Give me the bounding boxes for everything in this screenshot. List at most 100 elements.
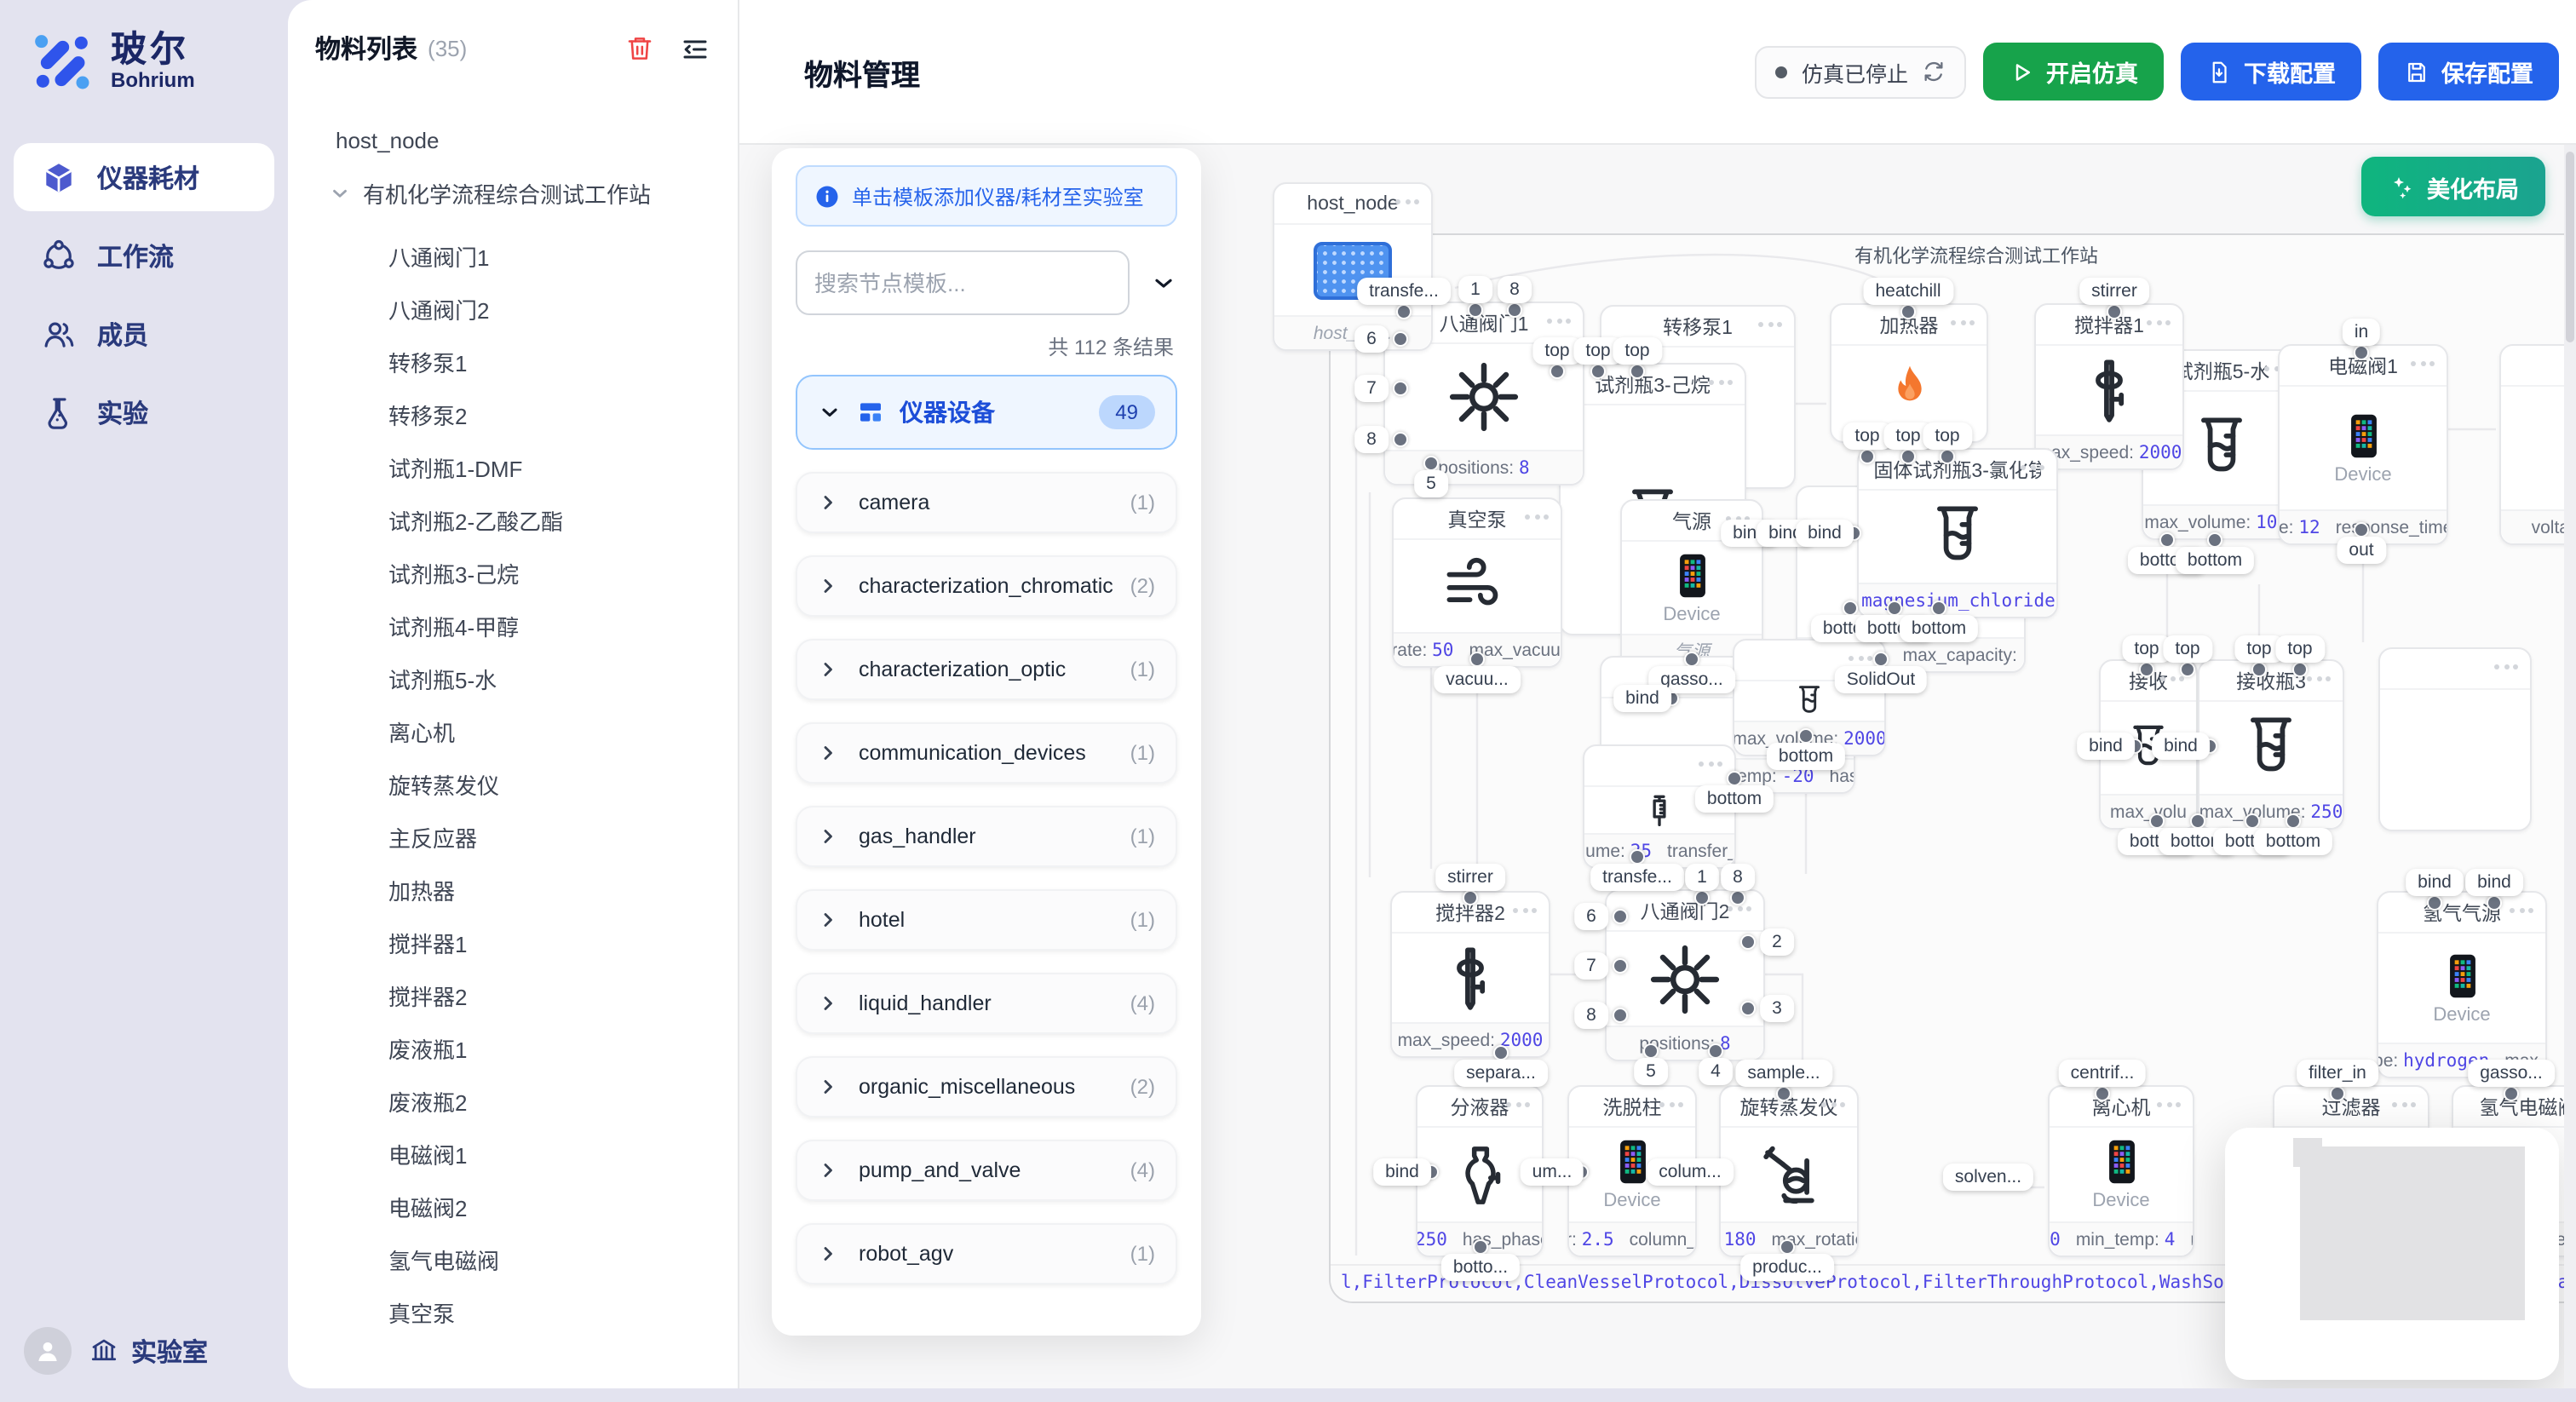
canvas-node-接收瓶3[interactable]: 接收瓶3max_volume: 250 <box>2198 659 2344 830</box>
port-chip-solven[interactable]: solven... <box>1943 1164 2033 1191</box>
port-chip-separa[interactable]: separa... <box>1454 1060 1548 1087</box>
category-pump_and_valve[interactable]: pump_and_valve(4) <box>796 1140 1177 1201</box>
collapse-list-icon[interactable] <box>680 33 710 64</box>
avatar[interactable] <box>24 1327 72 1375</box>
port-chip-um[interactable]: um... <box>1521 1158 1584 1186</box>
node-menu-icon[interactable] <box>1547 319 1571 324</box>
port-chip-bind[interactable]: bind <box>2406 869 2464 896</box>
category-characterization_optic[interactable]: characterization_optic(1) <box>796 639 1177 700</box>
refresh-icon[interactable] <box>1922 60 1946 83</box>
port-chip-bottom[interactable]: bottom <box>1695 785 1774 813</box>
port-chip-filterin[interactable]: filter_in <box>2297 1060 2378 1087</box>
port-chip-bind[interactable]: bind <box>1613 685 1671 712</box>
beautify-layout-button[interactable]: 美化布局 <box>2361 157 2545 216</box>
tree-item-10[interactable]: 旋转蒸发仪 <box>288 758 738 811</box>
node-menu-icon[interactable] <box>1728 906 1751 911</box>
port-chip-bind[interactable]: bind <box>2077 733 2135 760</box>
tree-item-4[interactable]: 试剂瓶1-DMF <box>288 441 738 494</box>
port-chip-5[interactable]: 5 <box>1414 470 1448 497</box>
node-menu-icon[interactable] <box>2147 320 2171 325</box>
port-chip-in[interactable]: in <box>2343 319 2380 346</box>
port-chip-6[interactable]: 6 <box>1354 325 1389 353</box>
tree-item-5[interactable]: 试剂瓶2-乙酸乙酯 <box>288 494 738 547</box>
port-chip-7[interactable]: 7 <box>1574 952 1608 980</box>
tree-item-7[interactable]: 试剂瓶4-甲醇 <box>288 600 738 652</box>
canvas-node-partial-3[interactable]: voltage: 12 <box>2499 344 2564 545</box>
category-liquid_handler[interactable]: liquid_handler(4) <box>796 973 1177 1034</box>
minimap-panel[interactable] <box>2225 1128 2559 1380</box>
port-chip-top[interactable]: top <box>1923 422 1971 450</box>
port-chip-1[interactable]: 1 <box>1685 864 1719 891</box>
node-menu-icon[interactable] <box>1951 320 1975 325</box>
canvas-node-固体试剂瓶3-氯化镁[interactable]: 固体试剂瓶3-氯化镁agent: magnesium_chloridephys <box>1857 448 2058 618</box>
port-chip-botto[interactable]: botto... <box>1441 1254 1520 1281</box>
port-chip-top[interactable]: top <box>2163 635 2211 663</box>
delete-icon[interactable] <box>625 34 654 63</box>
category-camera[interactable]: camera(1) <box>796 472 1177 533</box>
node-menu-icon[interactable] <box>1709 380 1733 385</box>
port-chip-bottom[interactable]: bottom <box>1900 615 1978 642</box>
tree-item-group[interactable]: 有机化学流程综合测试工作站 <box>288 167 738 220</box>
canvas-node-真空泵[interactable]: 真空泵pump_rate: 50max_vacuum: 0.1 <box>1392 497 1562 668</box>
canvas-node-搅拌器1[interactable]: 搅拌器1max_speed: 2000 <box>2034 303 2184 470</box>
category-gas_handler[interactable]: gas_handler(1) <box>796 806 1177 867</box>
port-chip-colum[interactable]: colum... <box>1647 1158 1734 1186</box>
port-chip-8[interactable]: 8 <box>1498 276 1532 303</box>
port-chip-bottom[interactable]: bottom <box>2176 547 2254 574</box>
category-robot_agv[interactable]: robot_agv(1) <box>796 1223 1177 1284</box>
canvas-node-partial-0[interactable] <box>2378 647 2532 831</box>
canvas-node-搅拌器2[interactable]: 搅拌器2max_speed: 2000 <box>1390 891 1550 1058</box>
port-chip-heatchill[interactable]: heatchill <box>1863 278 1952 305</box>
node-menu-icon[interactable] <box>2021 465 2044 470</box>
port-chip-8[interactable]: 8 <box>1721 864 1755 891</box>
node-menu-icon[interactable] <box>1659 1102 1683 1107</box>
sidebar-item-1[interactable]: 工作流 <box>14 221 274 290</box>
node-menu-icon[interactable] <box>1758 322 1782 327</box>
category-characterization_chromatic[interactable]: characterization_chromatic(2) <box>796 555 1177 617</box>
port-chip-bottom[interactable]: bottom <box>1767 743 1845 770</box>
port-chip-bind[interactable]: bind <box>2152 733 2210 760</box>
tree-item-2[interactable]: 转移泵1 <box>288 336 738 388</box>
port-chip-bind[interactable]: bind <box>1796 520 1854 547</box>
node-menu-icon[interactable] <box>1821 1102 1845 1107</box>
canvas-node-八通阀门2[interactable]: 八通阀门2positions: 8 <box>1605 889 1765 1061</box>
node-menu-icon[interactable] <box>2307 676 2331 681</box>
port-chip-centrif[interactable]: centrif... <box>2059 1060 2147 1087</box>
start-simulation-button[interactable]: 开启仿真 <box>1983 43 2164 101</box>
category-communication_devices[interactable]: communication_devices(1) <box>796 722 1177 784</box>
port-chip-gasso[interactable]: gasso... <box>2468 1060 2555 1087</box>
tree-item-15[interactable]: 废液瓶1 <box>288 1022 738 1075</box>
tree-item-14[interactable]: 搅拌器2 <box>288 969 738 1022</box>
port-chip-stirrer[interactable]: stirrer <box>1435 864 1505 891</box>
vertical-scrollbar[interactable] <box>2564 145 2576 1388</box>
panel-collapse-icon[interactable] <box>1150 269 1177 296</box>
port-chip-3[interactable]: 3 <box>1760 995 1794 1022</box>
node-menu-icon[interactable] <box>2494 664 2518 669</box>
port-chip-7[interactable]: 7 <box>1354 375 1389 402</box>
sidebar-item-2[interactable]: 成员 <box>14 300 274 368</box>
tree-item-8[interactable]: 试剂瓶5-水 <box>288 652 738 705</box>
port-chip-top[interactable]: top <box>2275 635 2324 663</box>
tree-item-9[interactable]: 离心机 <box>288 705 738 758</box>
port-chip-2[interactable]: 2 <box>1760 928 1794 956</box>
port-chip-produc[interactable]: produc... <box>1740 1254 1834 1281</box>
node-menu-icon[interactable] <box>2392 1102 2416 1107</box>
port-chip-8[interactable]: 8 <box>1574 1002 1608 1029</box>
port-chip-transfe[interactable]: transfe... <box>1590 864 1684 891</box>
tree-item-13[interactable]: 搅拌器1 <box>288 916 738 969</box>
canvas-node-离心机[interactable]: 离心机Devicetemp: 40min_temp: 4max_sp <box>2048 1085 2194 1257</box>
canvas-node-host_node[interactable]: host_nodehost_no... <box>1273 182 1433 351</box>
tree-item-12[interactable]: 加热器 <box>288 864 738 916</box>
tree-item-19[interactable]: 氢气电磁阀 <box>288 1233 738 1286</box>
search-template-input[interactable] <box>796 250 1130 315</box>
node-menu-icon[interactable] <box>1849 656 1872 661</box>
port-chip-stirrer[interactable]: stirrer <box>2079 278 2149 305</box>
node-menu-icon[interactable] <box>1513 908 1537 913</box>
tree-item-1[interactable]: 八通阀门2 <box>288 283 738 336</box>
port-chip-5[interactable]: 5 <box>1634 1058 1668 1085</box>
tree-item-3[interactable]: 转移泵2 <box>288 388 738 441</box>
node-menu-icon[interactable] <box>1525 514 1549 520</box>
tree-item-20[interactable]: 真空泵 <box>288 1286 738 1339</box>
canvas-node-氢气气源[interactable]: 氢气气源Device_type: hydrogenmax_pre <box>2377 891 2547 1078</box>
port-chip-bind[interactable]: bind <box>1373 1158 1431 1186</box>
